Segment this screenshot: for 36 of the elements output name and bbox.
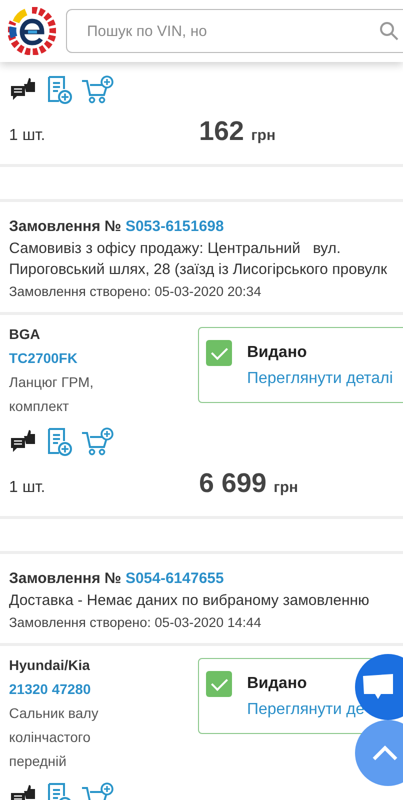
part-number-link[interactable]: TC2700FK [9, 347, 198, 370]
price: 6 699 [199, 468, 267, 499]
part-description: передній [9, 752, 68, 771]
order-created-date: Замовлення створено: 05-03-2020 14:44 [9, 614, 262, 632]
quantity: 1 шт. [9, 127, 46, 145]
brand-name: BGA [9, 325, 42, 344]
order-title: Замовлення № S054-6147655 [9, 569, 225, 589]
document-add-icon[interactable] [45, 427, 73, 457]
status-label: Видано [247, 675, 307, 693]
part-number-link[interactable]: 21320 47280 [9, 678, 198, 701]
delivery-info: Пироговський шлях, 28 (заїзд із Лисогірського провулк [9, 260, 388, 280]
cart-add-icon[interactable] [81, 427, 115, 457]
delivery-info: Доставка - Немає даних по вибраному замовленню [9, 591, 370, 611]
order-created-date: Замовлення створено: 05-03-2020 20:34 [9, 283, 262, 301]
currency: грн [251, 127, 276, 144]
view-details-link[interactable]: Переглянути деталі [247, 370, 393, 388]
view-details-link[interactable]: Переглянути де [247, 701, 364, 719]
part-description: Ланцюг ГРМ, [9, 373, 95, 392]
part-description: Сальник валу [9, 704, 100, 723]
search-field[interactable]: Пошук по VIN, но [66, 9, 403, 53]
quantity: 1 шт. [9, 479, 46, 497]
status-label: Видано [247, 344, 307, 362]
order-title: Замовлення № S053-6151698 [9, 217, 225, 237]
brand-name: Hyundai/Kia [9, 656, 91, 675]
logo-icon[interactable] [8, 7, 56, 55]
order-number-link[interactable]: S054-6147655 [125, 570, 224, 587]
document-add-icon[interactable] [45, 75, 73, 105]
price: 162 [199, 116, 244, 147]
delivery-info: Самовивіз з офісу продажу: Центральний вул. [9, 239, 342, 259]
part-description: колінчастого [9, 728, 92, 747]
currency: грн [274, 479, 298, 496]
chevron-up-icon [371, 744, 399, 762]
cart-add-icon[interactable] [81, 75, 115, 105]
part-description: комплект [9, 397, 70, 416]
search-icon[interactable] [379, 21, 399, 41]
order-number-link[interactable]: S053-6151698 [125, 218, 224, 235]
